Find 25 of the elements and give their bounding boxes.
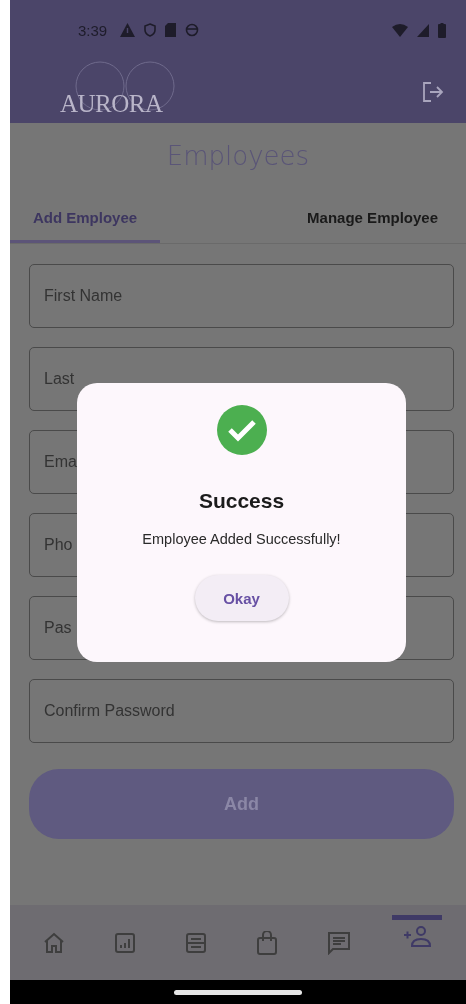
dialog-message: Employee Added Successfully! [142,531,341,547]
status-time: 3:39 [78,21,108,39]
signal-icon [417,23,429,37]
aurora-logo: AURORA [60,63,180,120]
chart-icon [113,931,136,954]
tab[interactable]: Add Employee [10,199,160,243]
okay-button[interactable]: Okay [194,575,289,621]
check-circle-icon [216,405,267,455]
home-indicator[interactable] [174,989,302,995]
shield-icon [144,23,157,37]
battery-icon [438,22,446,38]
add-person-icon [401,926,432,948]
home-icon [42,931,65,954]
shopping-bag-icon [255,930,278,955]
logout-icon[interactable] [422,80,444,103]
input-field[interactable]: Confirm Password [29,679,454,743]
dialog-title: Success [198,489,285,513]
message-icon [326,930,351,955]
sd-card-icon [165,23,177,37]
input-field[interactable]: First Name [29,264,454,328]
wifi-icon [392,23,408,37]
warning-icon [120,23,136,37]
inventory-icon [184,931,207,954]
circle-icon [185,23,200,37]
tab[interactable]: Manage Employee [160,199,466,243]
